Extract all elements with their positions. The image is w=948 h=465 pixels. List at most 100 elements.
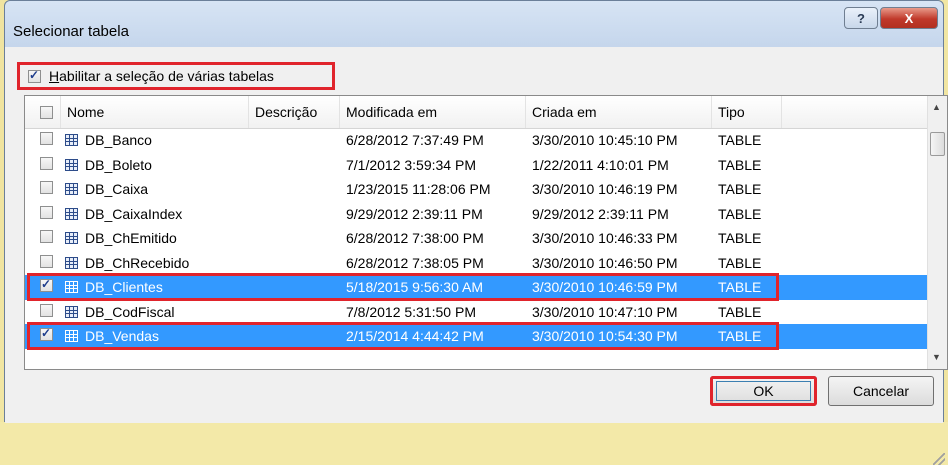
row-created: 3/30/2010 10:54:30 PM (532, 328, 678, 345)
row-type: TABLE (718, 205, 762, 222)
table-row[interactable]: DB_Clientes 5/18/2015 9:56:30 AM 3/30/2010… (25, 273, 927, 301)
table-list[interactable]: Nome Descrição Modificada em Criada em T… (24, 95, 948, 370)
column-header-modified[interactable]: Modificada em (340, 96, 526, 128)
row-checkbox-cell[interactable] (25, 156, 61, 173)
row-type: TABLE (718, 254, 762, 271)
row-modified: 1/23/2015 11:28:06 PM (346, 181, 491, 198)
row-created: 3/30/2010 10:46:33 PM (532, 230, 678, 247)
row-type: TABLE (718, 181, 762, 198)
help-icon: ? (857, 10, 865, 26)
row-name-cell: DB_Vendas (61, 328, 249, 344)
title-bar[interactable]: Selecionar tabela ? X (5, 1, 943, 47)
table-row[interactable]: DB_Caixa 1/23/2015 11:28:06 PM 3/30/2010 1… (25, 177, 927, 202)
row-name-cell: DB_Clientes (61, 279, 249, 295)
vertical-scrollbar[interactable]: ▲ ▼ (927, 96, 947, 369)
table-row[interactable]: DB_Banco 6/28/2012 7:37:49 PM 3/30/2010 10… (25, 128, 927, 153)
table-icon (65, 158, 78, 171)
table-row[interactable]: DB_CaixaIndex 9/29/2012 2:39:11 PM 9/29/20… (25, 202, 927, 227)
row-checkbox[interactable] (40, 328, 53, 342)
table-row[interactable]: DB_ChEmitido 6/28/2012 7:38:00 PM 3/30/201… (25, 226, 927, 251)
row-checkbox[interactable] (40, 303, 53, 317)
cancel-button[interactable]: Cancelar (828, 376, 934, 406)
list-header: Nome Descrição Modificada em Criada em T… (25, 96, 927, 129)
row-type: TABLE (718, 230, 762, 247)
scroll-down-icon[interactable]: ▼ (932, 352, 941, 362)
row-checkbox[interactable] (40, 230, 53, 244)
row-type: TABLE (718, 328, 762, 345)
row-name-cell: DB_ChRecebido (61, 255, 249, 271)
row-checkbox-cell[interactable] (25, 181, 61, 197)
row-created: 3/30/2010 10:47:10 PM (532, 303, 678, 320)
row-modified: 6/28/2012 7:38:00 PM (346, 230, 484, 247)
select-all-checkbox[interactable] (40, 105, 53, 119)
table-row[interactable]: DB_Boleto 7/1/2012 3:59:34 PM 1/22/2011 4:… (25, 153, 927, 178)
row-checkbox[interactable] (40, 181, 53, 195)
close-icon: X (904, 10, 914, 26)
column-header-type[interactable]: Tipo (712, 96, 782, 128)
row-created: 3/30/2010 10:46:19 PM (532, 181, 678, 198)
multi-select-label: Habilitar a seleção de várias tabelas (49, 68, 274, 84)
row-created: 1/22/2011 4:10:01 PM (532, 156, 669, 173)
row-checkbox[interactable] (40, 279, 53, 293)
row-checkbox-cell[interactable] (25, 279, 61, 295)
row-checkbox[interactable] (40, 156, 53, 170)
select-all-header[interactable] (25, 96, 61, 128)
row-modified: 2/15/2014 4:44:42 PM (346, 328, 484, 345)
row-checkbox-cell[interactable] (25, 205, 61, 222)
row-name: DB_Boleto (85, 156, 152, 173)
row-type: TABLE (718, 279, 762, 296)
column-header-description[interactable]: Descrição (249, 96, 340, 128)
table-row[interactable]: DB_ChRecebido 6/28/2012 7:38:05 PM 3/30/20… (25, 251, 927, 276)
row-modified: 7/8/2012 5:31:50 PM (346, 303, 476, 320)
row-modified: 6/28/2012 7:38:05 PM (346, 254, 484, 271)
table-icon (65, 281, 78, 294)
row-name: DB_Caixa (85, 181, 149, 198)
table-icon (65, 256, 78, 269)
row-checkbox-cell[interactable] (25, 230, 61, 246)
resize-grip-icon[interactable] (933, 453, 945, 465)
row-name-cell: DB_CodFiscal (61, 304, 249, 320)
row-name-cell: DB_CaixaIndex (61, 206, 249, 222)
row-created: 3/30/2010 10:46:50 PM (532, 254, 678, 271)
row-checkbox[interactable] (40, 205, 53, 219)
dialog-body: Habilitar a seleção de várias tabelas No… (5, 47, 948, 465)
row-type: TABLE (718, 156, 762, 173)
row-name: DB_Vendas (85, 328, 159, 345)
ok-button[interactable]: OK (710, 376, 817, 406)
table-icon (65, 134, 78, 147)
column-header-created[interactable]: Criada em (526, 96, 712, 128)
row-created: 9/29/2012 2:39:11 PM (532, 205, 669, 222)
row-name: DB_CodFiscal (85, 303, 175, 320)
row-name-cell: DB_Boleto (61, 157, 249, 173)
multi-select-option[interactable]: Habilitar a seleção de várias tabelas (17, 62, 335, 90)
multi-select-checkbox[interactable] (28, 68, 41, 83)
row-created: 3/30/2010 10:45:10 PM (532, 132, 678, 149)
select-table-dialog: Selecionar tabela ? X Habilitar a seleçã… (4, 0, 948, 465)
row-checkbox[interactable] (40, 254, 53, 268)
row-checkbox-cell[interactable] (25, 303, 61, 320)
row-type: TABLE (718, 303, 762, 320)
close-button[interactable]: X (880, 7, 938, 29)
row-name-cell: DB_Banco (61, 132, 249, 148)
table-row[interactable]: DB_Vendas 2/15/2014 4:44:42 PM 3/30/2010 1… (25, 322, 927, 350)
row-name-cell: DB_ChEmitido (61, 230, 249, 246)
help-button[interactable]: ? (844, 7, 878, 29)
table-icon (65, 232, 78, 245)
table-icon (65, 207, 78, 220)
row-checkbox-cell[interactable] (25, 328, 61, 344)
table-icon (65, 305, 78, 318)
row-name: DB_Banco (85, 132, 152, 149)
row-name-cell: DB_Caixa (61, 181, 249, 197)
row-modified: 9/29/2012 2:39:11 PM (346, 205, 483, 222)
row-name: DB_ChRecebido (85, 254, 190, 271)
row-checkbox[interactable] (40, 132, 53, 146)
row-checkbox-cell[interactable] (25, 254, 61, 271)
table-icon (65, 183, 78, 196)
row-modified: 7/1/2012 3:59:34 PM (346, 156, 476, 173)
column-header-name[interactable]: Nome (61, 96, 249, 128)
table-row[interactable]: DB_CodFiscal 7/8/2012 5:31:50 PM 3/30/2010… (25, 300, 927, 325)
row-checkbox-cell[interactable] (25, 132, 61, 148)
row-name: DB_Clientes (85, 279, 163, 296)
scroll-thumb[interactable] (930, 132, 945, 156)
scroll-up-icon[interactable]: ▲ (932, 102, 941, 112)
